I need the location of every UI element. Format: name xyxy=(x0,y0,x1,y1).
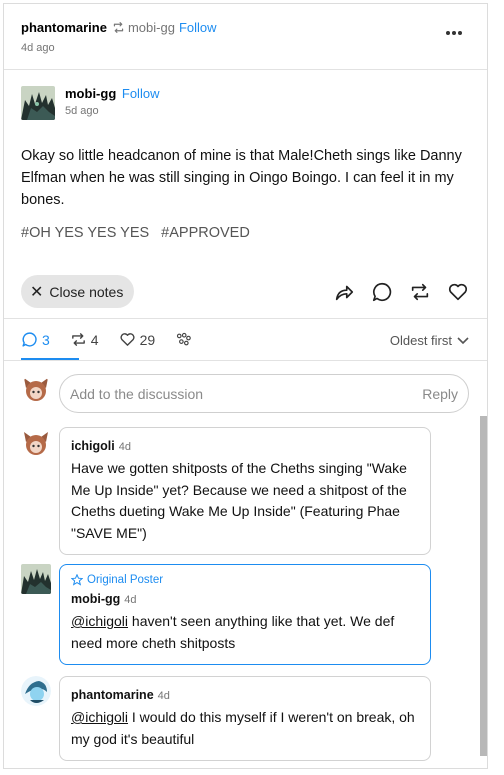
tag-link[interactable]: #OH YES YES YES xyxy=(21,225,149,241)
likes-count: 29 xyxy=(139,331,156,348)
tab-reblogs[interactable]: 4 xyxy=(70,331,99,348)
post-card: phantomarine mobi-gg Follow 4d ago mobi-… xyxy=(3,3,488,769)
post-body: Okay so little headcanon of mine is that… xyxy=(21,148,462,208)
commenter-avatar[interactable] xyxy=(21,428,51,458)
author-username[interactable]: mobi-gg xyxy=(65,86,116,101)
commenter-name[interactable]: mobi-gg xyxy=(71,592,120,606)
commenter-avatar[interactable] xyxy=(21,676,51,706)
original-poster-badge: Original Poster xyxy=(71,573,419,587)
current-user-avatar xyxy=(21,374,51,404)
original-author: mobi-gg Follow 5d ago xyxy=(21,86,159,120)
comment-time: 4d xyxy=(157,690,170,702)
like-icon[interactable] xyxy=(447,281,469,303)
sort-label: Oldest first xyxy=(389,333,452,348)
scrollbar[interactable] xyxy=(480,416,487,756)
close-notes-button[interactable]: ✕ Close notes xyxy=(21,275,134,308)
comment-time: 4d xyxy=(124,594,137,606)
reply-button[interactable]: Reply xyxy=(422,386,458,402)
tab-likes[interactable]: 29 xyxy=(119,331,156,348)
divider xyxy=(4,360,487,361)
comment-icon[interactable] xyxy=(371,281,393,303)
comment-bubble: ichigoli 4d Have we gotten shitposts of t… xyxy=(59,427,431,555)
commenter-name[interactable]: phantomarine xyxy=(71,688,154,702)
replies-count: 3 xyxy=(42,331,50,348)
post-header: phantomarine mobi-gg Follow 4d ago xyxy=(4,4,487,70)
comment-time: 4d xyxy=(118,441,131,453)
comment-icon xyxy=(22,332,37,347)
comment-text: @ichigoli haven't seen anything like tha… xyxy=(71,611,419,654)
reblogged-from-username[interactable]: mobi-gg xyxy=(128,20,175,35)
post-actions xyxy=(333,281,469,303)
close-icon: ✕ xyxy=(30,283,44,301)
more-options-icon[interactable] xyxy=(445,30,463,36)
heart-icon xyxy=(120,333,135,346)
reblog-icon xyxy=(71,333,85,346)
reblogs-count: 4 xyxy=(90,331,99,348)
mention-link[interactable]: @ichigoli xyxy=(71,709,128,725)
divider xyxy=(4,318,487,319)
mention-link[interactable]: @ichigoli xyxy=(71,613,128,629)
comment-bubble: phantomarine 4d @ichigoli I would do this… xyxy=(59,676,431,761)
share-icon[interactable] xyxy=(333,281,355,303)
composer xyxy=(21,374,51,404)
discussion-input[interactable]: Add to the discussion Reply xyxy=(59,374,469,413)
author-avatar[interactable] xyxy=(21,86,55,120)
commenter-name[interactable]: ichigoli xyxy=(71,439,115,453)
activity-icon xyxy=(177,332,191,346)
tab-activity[interactable] xyxy=(175,331,192,348)
star-icon xyxy=(71,574,83,586)
reblog-small-icon xyxy=(113,22,124,33)
tag-link[interactable]: #APPROVED xyxy=(161,225,250,241)
comment-text: @ichigoli I would do this myself if I we… xyxy=(71,707,419,750)
tab-replies[interactable]: 3 xyxy=(21,331,50,348)
chevron-down-icon xyxy=(457,336,469,344)
discussion-placeholder: Add to the discussion xyxy=(70,385,204,402)
notes-tabs: 3 4 29 xyxy=(21,331,212,348)
author-follow-button[interactable]: Follow xyxy=(122,86,160,101)
comment-text: Have we gotten shitposts of the Cheths s… xyxy=(71,460,407,541)
post-tags: #OH YES YES YES #APPROVED xyxy=(21,225,250,241)
commenter-avatar[interactable] xyxy=(21,564,51,594)
author-post-time: 5d ago xyxy=(65,105,99,117)
badge-label: Original Poster xyxy=(87,574,164,586)
reblogger-username[interactable]: phantomarine xyxy=(21,20,107,35)
post-time: 4d ago xyxy=(21,42,55,54)
sort-dropdown[interactable]: Oldest first xyxy=(390,333,469,348)
comment-bubble-original-poster: Original Poster mobi-gg 4d @ichigoli have… xyxy=(59,564,431,665)
follow-button[interactable]: Follow xyxy=(179,20,217,35)
reblog-icon[interactable] xyxy=(409,281,431,303)
close-notes-label: Close notes xyxy=(49,283,124,300)
